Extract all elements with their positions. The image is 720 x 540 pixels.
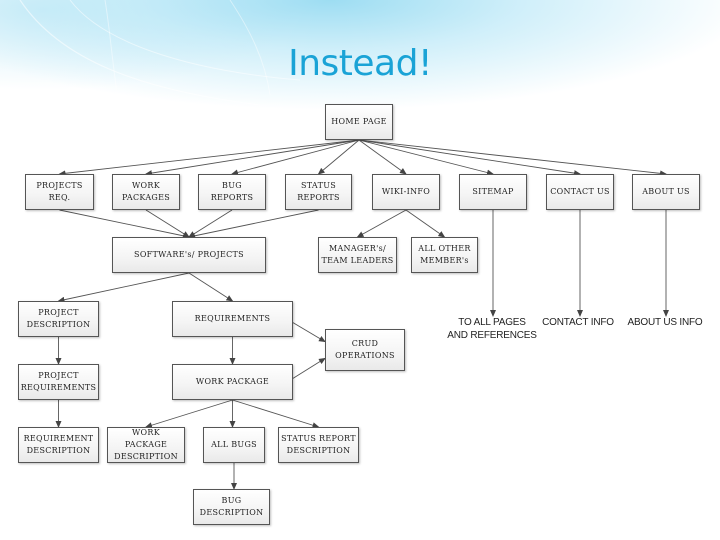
node-softwares-projects: SOFTWARE's/ PROJECTS — [112, 237, 266, 273]
node-requirement-description: REQUIREMENT DESCRIPTION — [18, 427, 99, 463]
node-status-reports: STATUS REPORTS — [285, 174, 352, 210]
label-about-us-info: ABOUT US INFO — [627, 317, 703, 328]
node-home-page: HOME PAGE — [325, 104, 393, 140]
node-bug-description: BUG DESCRIPTION — [193, 489, 270, 525]
node-work-package-description: WORK PACKAGE DESCRIPTION — [107, 427, 185, 463]
label-to-all-pages: TO ALL PAGES AND REFERENCES — [447, 317, 537, 341]
label-contact-info: CONTACT INFO — [542, 317, 614, 328]
edge-softwares-projects-to-requirements — [188, 272, 234, 302]
edge-wiki-info-to-all-other-members — [405, 209, 446, 238]
node-work-package: WORK PACKAGE — [172, 364, 293, 400]
edge-status-reports-to-softwares-projects — [188, 209, 319, 239]
node-work-packages: WORK PACKAGES — [112, 174, 180, 210]
node-all-other-members: ALL OTHER MEMBER's — [411, 237, 478, 273]
node-projects-req: PROJECTS REQ. — [25, 174, 94, 210]
node-requirements: REQUIREMENTS — [172, 301, 293, 337]
node-sitemap: SITEMAP — [459, 174, 527, 210]
edge-home-page-to-contact-us — [358, 139, 581, 177]
edge-work-package-to-work-package-description — [145, 399, 233, 429]
edge-softwares-projects-to-project-description — [57, 272, 190, 303]
edge-home-page-to-projects-req — [58, 139, 360, 177]
node-bug-reports: BUG REPORTS — [198, 174, 266, 210]
edge-home-page-to-wiki-info — [358, 139, 407, 175]
edge-home-page-to-sitemap — [358, 139, 494, 176]
edge-wiki-info-to-managers-team-leaders — [356, 209, 407, 238]
edge-requirements-to-crud-operations — [292, 322, 326, 343]
edge-work-package-to-status-report-description — [232, 399, 320, 429]
edge-projects-req-to-softwares-projects — [59, 209, 190, 239]
node-project-requirements: PROJECT REQUIREMENTS — [18, 364, 99, 400]
node-contact-us: CONTACT US — [546, 174, 614, 210]
node-crud-operations: CRUD OPERATIONS — [325, 329, 405, 371]
node-about-us: ABOUT US — [632, 174, 700, 210]
edge-work-package-to-crud-operations — [292, 357, 326, 379]
node-wiki-info: WIKI-INFO — [372, 174, 440, 210]
node-status-report-description: STATUS REPORT DESCRIPTION — [278, 427, 359, 463]
node-managers-team-leaders: MANAGER's/ TEAM LEADERS — [318, 237, 397, 273]
node-project-description: PROJECT DESCRIPTION — [18, 301, 99, 337]
node-all-bugs: ALL BUGS — [203, 427, 265, 463]
edge-home-page-to-about-us — [358, 139, 667, 177]
